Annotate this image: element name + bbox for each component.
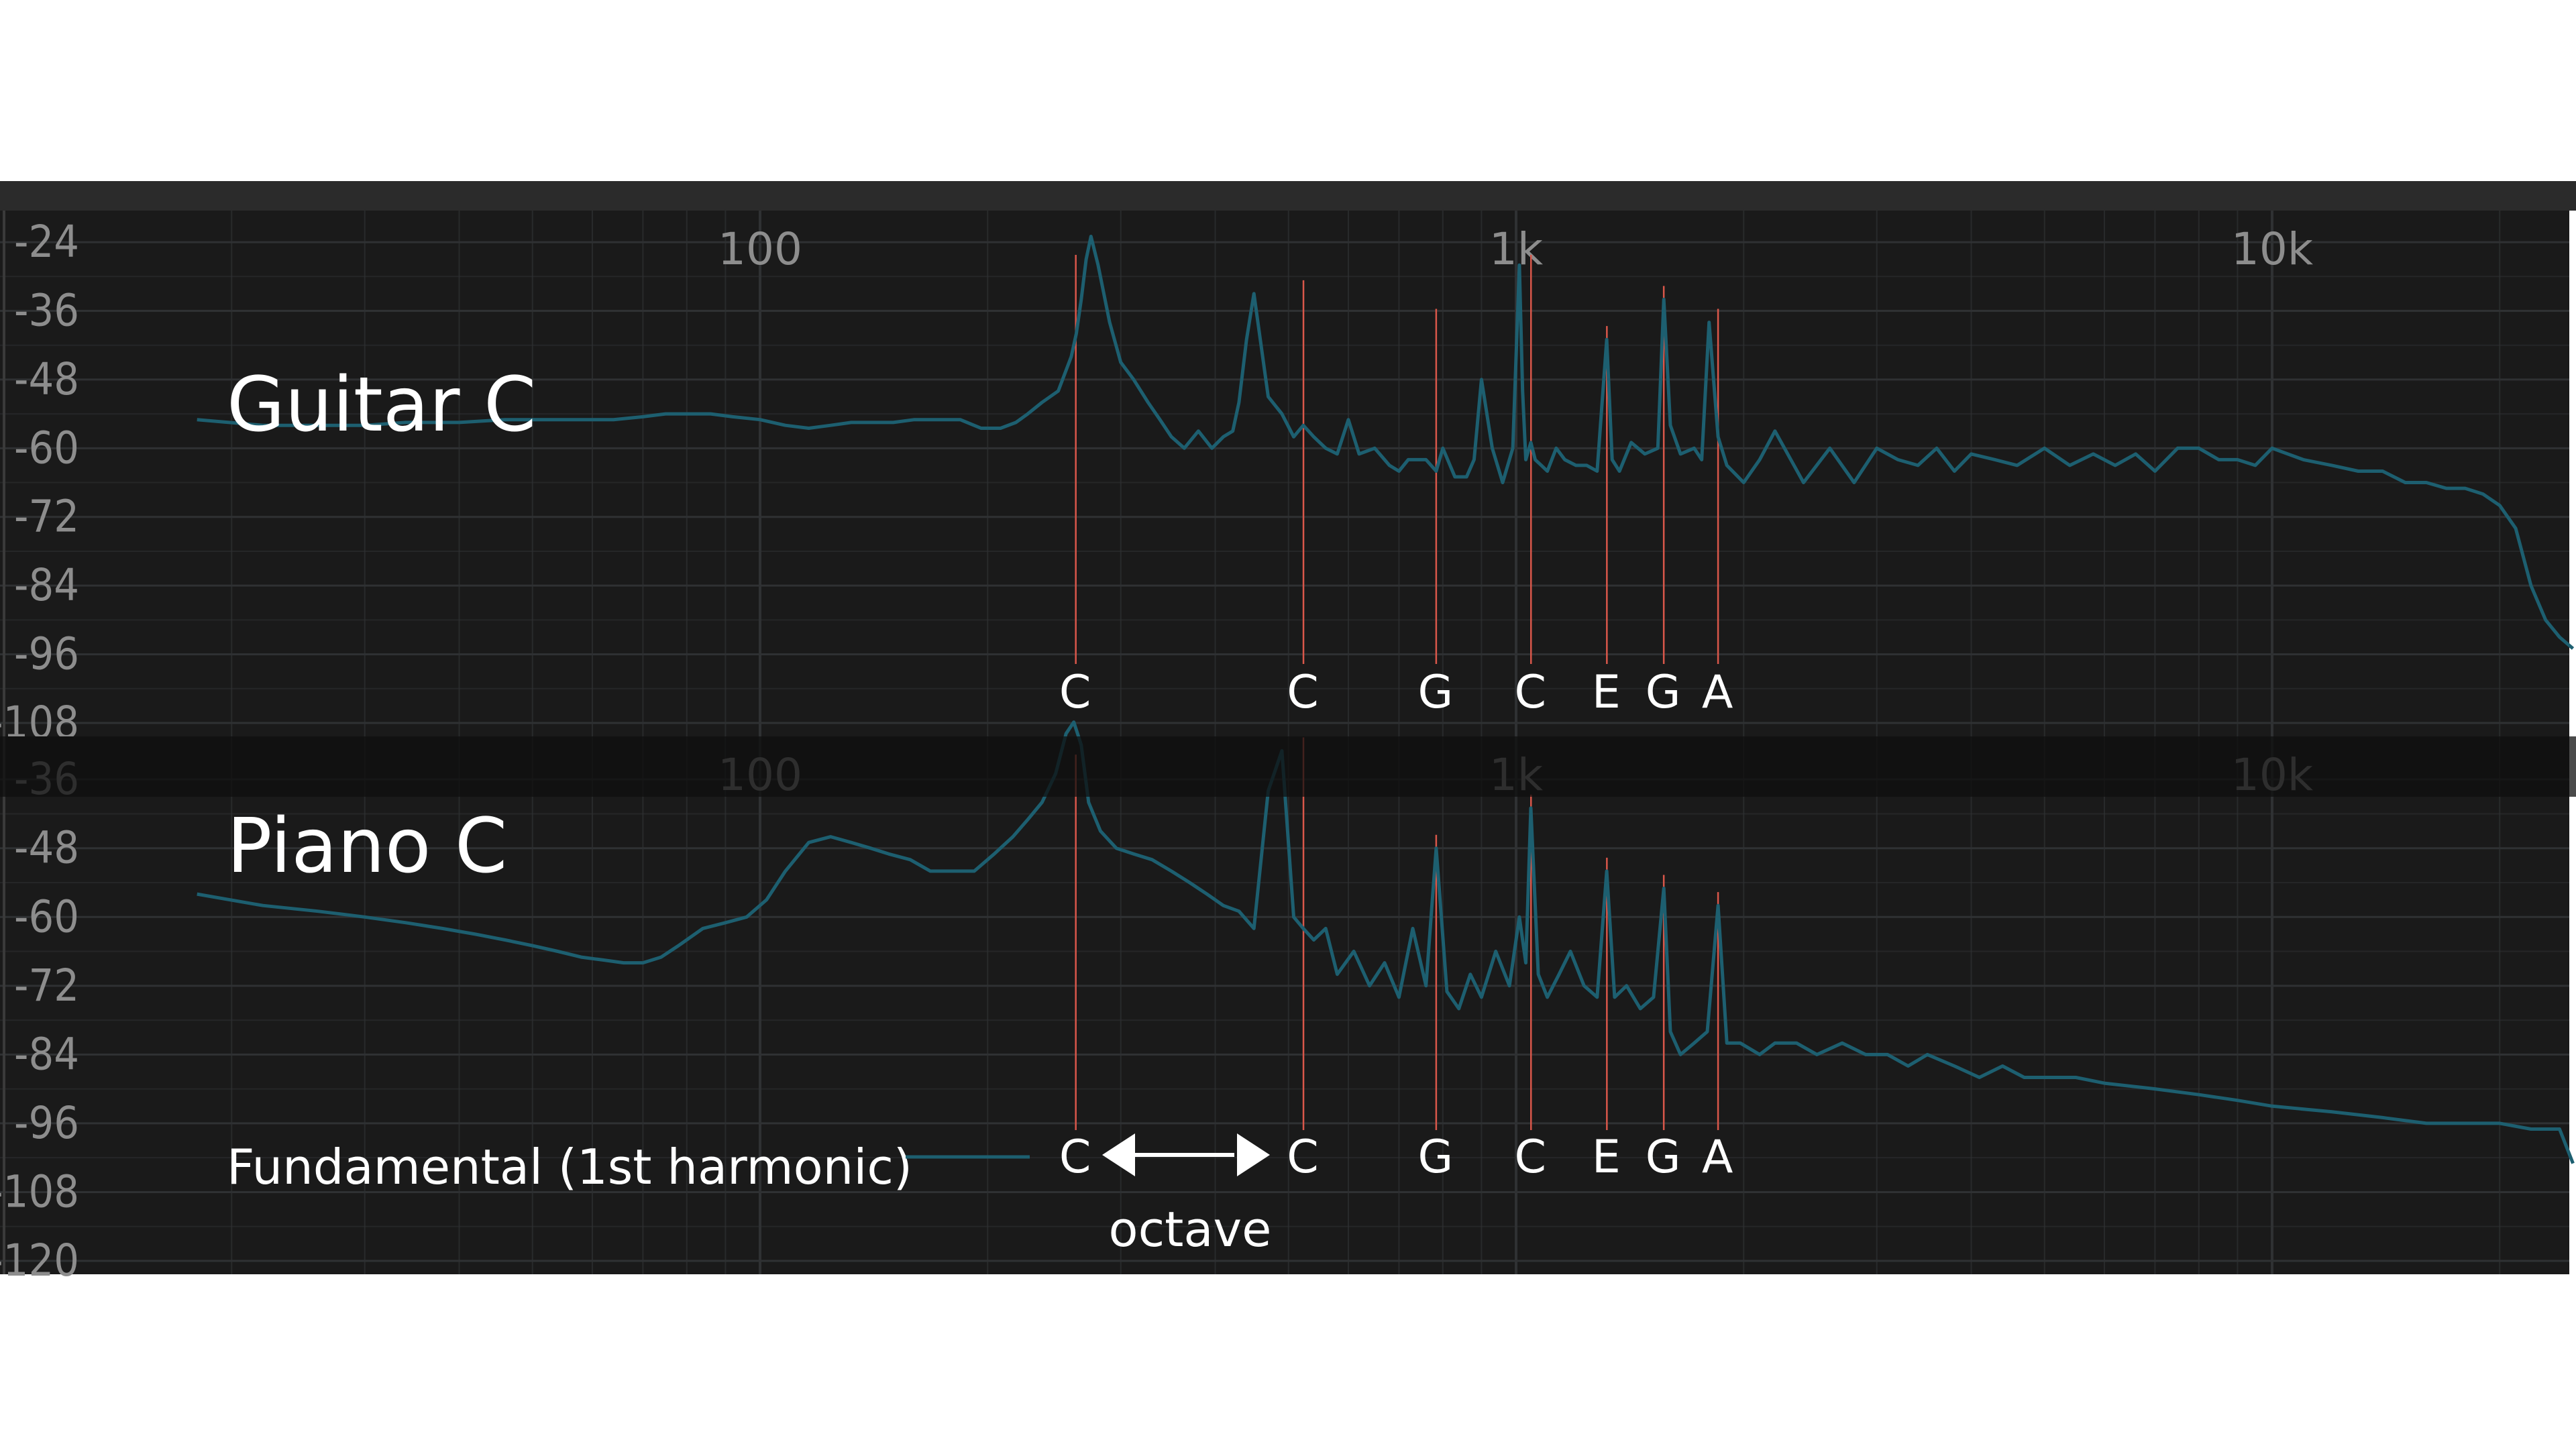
note-label-g: G [1646,1131,1682,1184]
note-label-e: E [1592,666,1622,719]
note-label-g: G [1418,1131,1455,1184]
y-tick-label: -36 [14,284,79,336]
x-tick-label: 10k [2231,223,2314,275]
panel-guitar: -24-36-48-60-72-84-96-108 1001k10k CCGCE… [0,211,2575,748]
y-tick-label: -120 [0,1235,79,1286]
plot-area-guitar [0,211,2569,736]
window-header-bar [0,181,2576,211]
y-tick-label: -24 [14,216,79,268]
y-tick-label: -60 [14,891,79,942]
octave-label: octave [1109,1201,1272,1258]
note-label-c: C [1515,666,1548,719]
y-tick-label: -48 [14,353,79,405]
y-tick-label: -72 [14,960,79,1011]
y-tick-label: -60 [14,422,79,473]
note-label-e: E [1592,1131,1622,1184]
note-label-a: A [1702,666,1735,719]
x-tick-label: 100 [718,223,802,275]
panel-divider [0,736,2576,797]
note-label-a: A [1702,1131,1735,1184]
y-tick-label: -48 [14,822,79,874]
note-label-c: C [1059,666,1092,719]
note-label-c: C [1515,1131,1548,1184]
figure-stage: -24-36-48-60-72-84-96-108 1001k10k CCGCE… [0,0,2576,1449]
spectrum-comparison-chart: -24-36-48-60-72-84-96-108 1001k10k CCGCE… [0,0,2576,1449]
y-tick-label: -96 [14,628,79,680]
y-tick-label: -84 [14,1028,79,1080]
chart-title-guitar: Guitar C [227,361,536,449]
note-label-c: C [1059,1131,1092,1184]
y-tick-label: -108 [0,1166,79,1217]
y-tick-label: -72 [14,491,79,543]
y-tick-label: -96 [14,1097,79,1149]
note-label-g: G [1646,666,1682,719]
x-tick-label: 1k [1489,223,1544,275]
note-label-c: C [1287,1131,1320,1184]
y-tick-label: -84 [14,559,79,611]
chart-title-piano: Piano C [227,803,507,890]
legend-label: Fundamental (1st harmonic) [227,1139,912,1195]
note-label-g: G [1418,666,1455,719]
note-label-c: C [1287,666,1320,719]
panel-piano: -36-48-60-72-84-96-108-120 1001k10k CCGC… [0,720,2575,1286]
legend: Fundamental (1st harmonic) [227,1139,1030,1195]
